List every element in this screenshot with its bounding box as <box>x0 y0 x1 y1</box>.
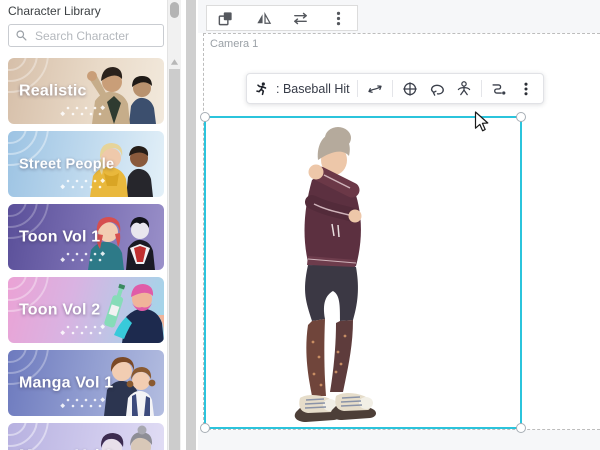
animation-name-label: : Baseball Hit <box>276 82 350 96</box>
character-pack-toon-vol-2[interactable]: Toon Vol 2 <box>8 277 164 343</box>
character-pose-button[interactable] <box>454 78 474 100</box>
pack-label: Toon Vol 2 <box>19 302 100 320</box>
sidebar-scrollbar[interactable] <box>167 0 181 450</box>
global-position-icon <box>401 80 419 98</box>
scroll-up-icon[interactable] <box>170 57 179 67</box>
resize-handle-bottom-right[interactable] <box>516 423 526 433</box>
character-pack-toon-vol-1[interactable]: Toon Vol 1 <box>8 204 164 270</box>
manga-vol2-art <box>74 423 164 450</box>
pack-label: Manga Vol 1 <box>19 375 113 393</box>
swirl-decoration <box>8 423 72 450</box>
rotate-icon <box>428 80 446 98</box>
panel-splitter[interactable] <box>184 0 198 450</box>
dots-decoration <box>60 397 106 410</box>
move-arrows-button[interactable] <box>365 78 385 100</box>
dots-decoration <box>60 251 106 264</box>
app-root: Character Library <box>0 0 600 450</box>
dots-decoration <box>60 105 106 118</box>
character-figure[interactable] <box>252 124 408 426</box>
flip-horizontal-button[interactable] <box>251 7 275 29</box>
more-options-icon <box>518 80 534 98</box>
character-library-panel: Character Library <box>0 0 167 450</box>
motion-path-button[interactable] <box>489 78 509 100</box>
swap-arrows-button[interactable] <box>289 7 313 29</box>
pack-label: Toon Vol 1 <box>19 229 100 247</box>
character-pack-street-people[interactable]: Street People <box>8 131 164 197</box>
dots-decoration <box>60 324 106 337</box>
more-options-icon <box>330 10 347 27</box>
search-icon <box>15 29 28 42</box>
toolbar-divider <box>392 80 393 97</box>
toolbar-divider <box>481 80 482 97</box>
move-arrows-icon <box>366 80 384 98</box>
search-input[interactable] <box>33 28 157 44</box>
scrollbar-thumb-top[interactable] <box>170 2 179 18</box>
swap-arrows-icon <box>292 10 309 27</box>
flip-horizontal-icon <box>255 10 272 27</box>
panel-title: Character Library <box>8 4 101 18</box>
resize-handle-top-right[interactable] <box>516 112 526 122</box>
pack-label: Street People <box>19 157 114 173</box>
motion-path-icon <box>490 80 508 98</box>
animation-toolbar: : Baseball Hit <box>246 73 544 104</box>
running-person-icon <box>254 81 269 97</box>
global-position-button[interactable] <box>400 78 420 100</box>
camera-label: Camera 1 <box>210 38 258 50</box>
rotate-button[interactable] <box>427 78 447 100</box>
scene-toolbar <box>206 5 358 31</box>
mouse-cursor <box>474 111 494 133</box>
search-box[interactable] <box>8 24 164 47</box>
resize-handle-top-left[interactable] <box>200 112 210 122</box>
duplicate-button[interactable] <box>214 7 238 29</box>
more-options-button[interactable] <box>326 7 350 29</box>
scrollbar-thumb[interactable] <box>169 69 180 450</box>
duplicate-icon <box>217 10 234 27</box>
pack-label: Realistic <box>19 83 87 101</box>
character-pack-realistic[interactable]: Realistic <box>8 58 164 124</box>
character-pack-manga-vol-2[interactable]: Manga Vol 2 <box>8 423 164 450</box>
resize-handle-bottom-left[interactable] <box>200 423 210 433</box>
canvas-margin-bottom <box>198 430 600 450</box>
dots-decoration <box>60 178 106 191</box>
character-pose-icon <box>455 80 473 98</box>
toolbar-divider <box>357 80 358 97</box>
more-options-button[interactable] <box>516 78 536 100</box>
editor-main: Camera 1 <box>198 0 600 450</box>
character-pack-manga-vol-1[interactable]: Manga Vol 1 <box>8 350 164 416</box>
